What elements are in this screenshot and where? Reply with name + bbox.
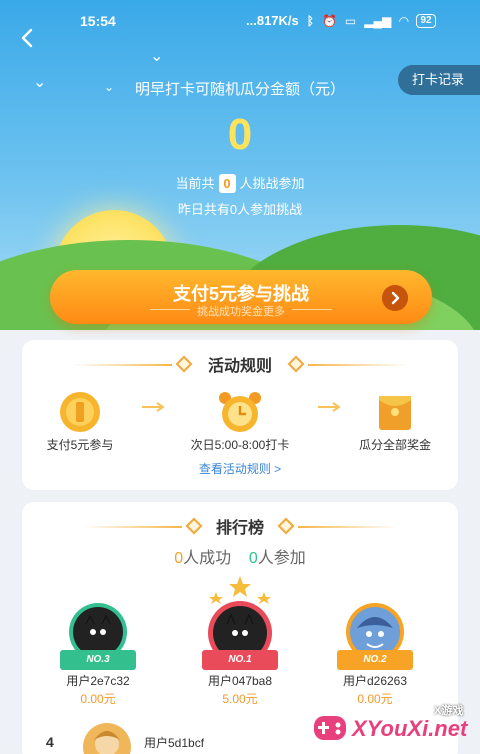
leaderboard-stats: 0人成功 0人参加	[22, 544, 458, 568]
podium-rank-1[interactable]: NO.1 用户047ba8 5.00元	[190, 576, 290, 706]
user-name: 用户2e7c32	[66, 674, 130, 688]
user-amount: 5.00元	[222, 692, 258, 706]
alarm-icon: ⏰	[321, 13, 337, 28]
rule-step-label: 支付5元参与	[46, 438, 114, 452]
current-prefix: 当前共	[175, 176, 215, 191]
diamond-icon	[175, 355, 193, 373]
back-icon[interactable]	[16, 26, 40, 50]
join-count: 0	[248, 550, 258, 567]
diamond-icon	[287, 355, 305, 373]
divider	[308, 364, 408, 366]
row-rank: 4	[46, 734, 54, 750]
avatar	[83, 723, 131, 754]
podium-rank-2[interactable]: NO.2 用户d26263 0.00元	[325, 602, 425, 712]
alarm-clock-icon	[219, 392, 261, 432]
rule-step-label: 次日5:00-8:00打卡	[190, 438, 290, 452]
diamond-icon	[277, 517, 295, 535]
wifi-icon: ◠	[399, 13, 409, 28]
leaderboard-title: 排行榜	[215, 520, 264, 537]
success-label: 人成功	[183, 550, 232, 567]
pay-join-button[interactable]: 支付5元参与挑战 挑战成功奖金更多	[50, 270, 432, 324]
bird-icon: ⌄	[150, 48, 164, 65]
success-count: 0	[174, 550, 184, 567]
rank-ribbon: NO.3	[60, 650, 136, 670]
rules-header: 活动规则	[22, 352, 458, 376]
rule-step-label: 瓜分全部奖金	[358, 438, 431, 452]
bluetooth-icon: ᛒ	[306, 13, 314, 28]
rank-ribbon: NO.2	[337, 650, 413, 670]
pay-button-sub: 挑战成功奖金更多	[197, 306, 285, 318]
site-watermark: X游戏 XYouXi.net	[310, 700, 480, 754]
gamepad-logo-icon	[314, 716, 346, 740]
join-label: 人参加	[257, 550, 306, 567]
current-suffix: 人挑战参加	[239, 176, 305, 191]
rank-ribbon: NO.1	[202, 650, 278, 670]
yesterday-participants: 昨日共有0人参加挑战	[177, 202, 303, 217]
status-time: 15:54	[80, 13, 116, 29]
user-name: 用户d26263	[342, 674, 408, 688]
arrow-right-icon	[142, 402, 165, 412]
diamond-icon	[185, 517, 203, 535]
divider	[72, 364, 172, 366]
red-envelope-icon	[379, 396, 411, 430]
hero-title: 明早打卡可随机瓜分金额（元）	[134, 81, 345, 98]
rules-title: 活动规则	[207, 358, 272, 375]
current-participants: 当前共 0 人挑战参加	[0, 173, 480, 193]
user-name: 用户047ba8	[207, 674, 273, 688]
divider	[292, 309, 332, 310]
leaderboard-header: 排行榜	[22, 514, 458, 538]
chevron-right-icon	[382, 285, 408, 311]
current-count: 0	[218, 174, 236, 193]
battery-icon: 92	[416, 13, 436, 28]
coin-icon	[60, 392, 100, 432]
user-name: 用户5d1bcf	[144, 736, 205, 750]
status-bar: 15:54 ...817K/s ᛒ ⏰ ▭ ▂▄▆ ◠ 92	[0, 0, 480, 40]
user-amount: 0.00元	[80, 692, 116, 706]
podium-rank-3[interactable]: NO.3 用户2e7c32 0.00元	[48, 602, 148, 712]
signal-icon: ▂▄▆	[364, 13, 392, 28]
watermark-line2: XYouXi.net	[352, 716, 468, 741]
rules-card: 活动规则 支付5元参与 次日5:00-8:00打卡 瓜分全部奖金 查看活动规则 …	[22, 340, 458, 490]
prize-amount: 0	[227, 110, 253, 159]
network-speed: ...817K/s	[246, 13, 299, 28]
divider	[298, 526, 398, 528]
hd-icon: ▭	[344, 13, 357, 28]
divider	[82, 526, 182, 528]
view-rules-link[interactable]: 查看活动规则 >	[22, 460, 458, 477]
